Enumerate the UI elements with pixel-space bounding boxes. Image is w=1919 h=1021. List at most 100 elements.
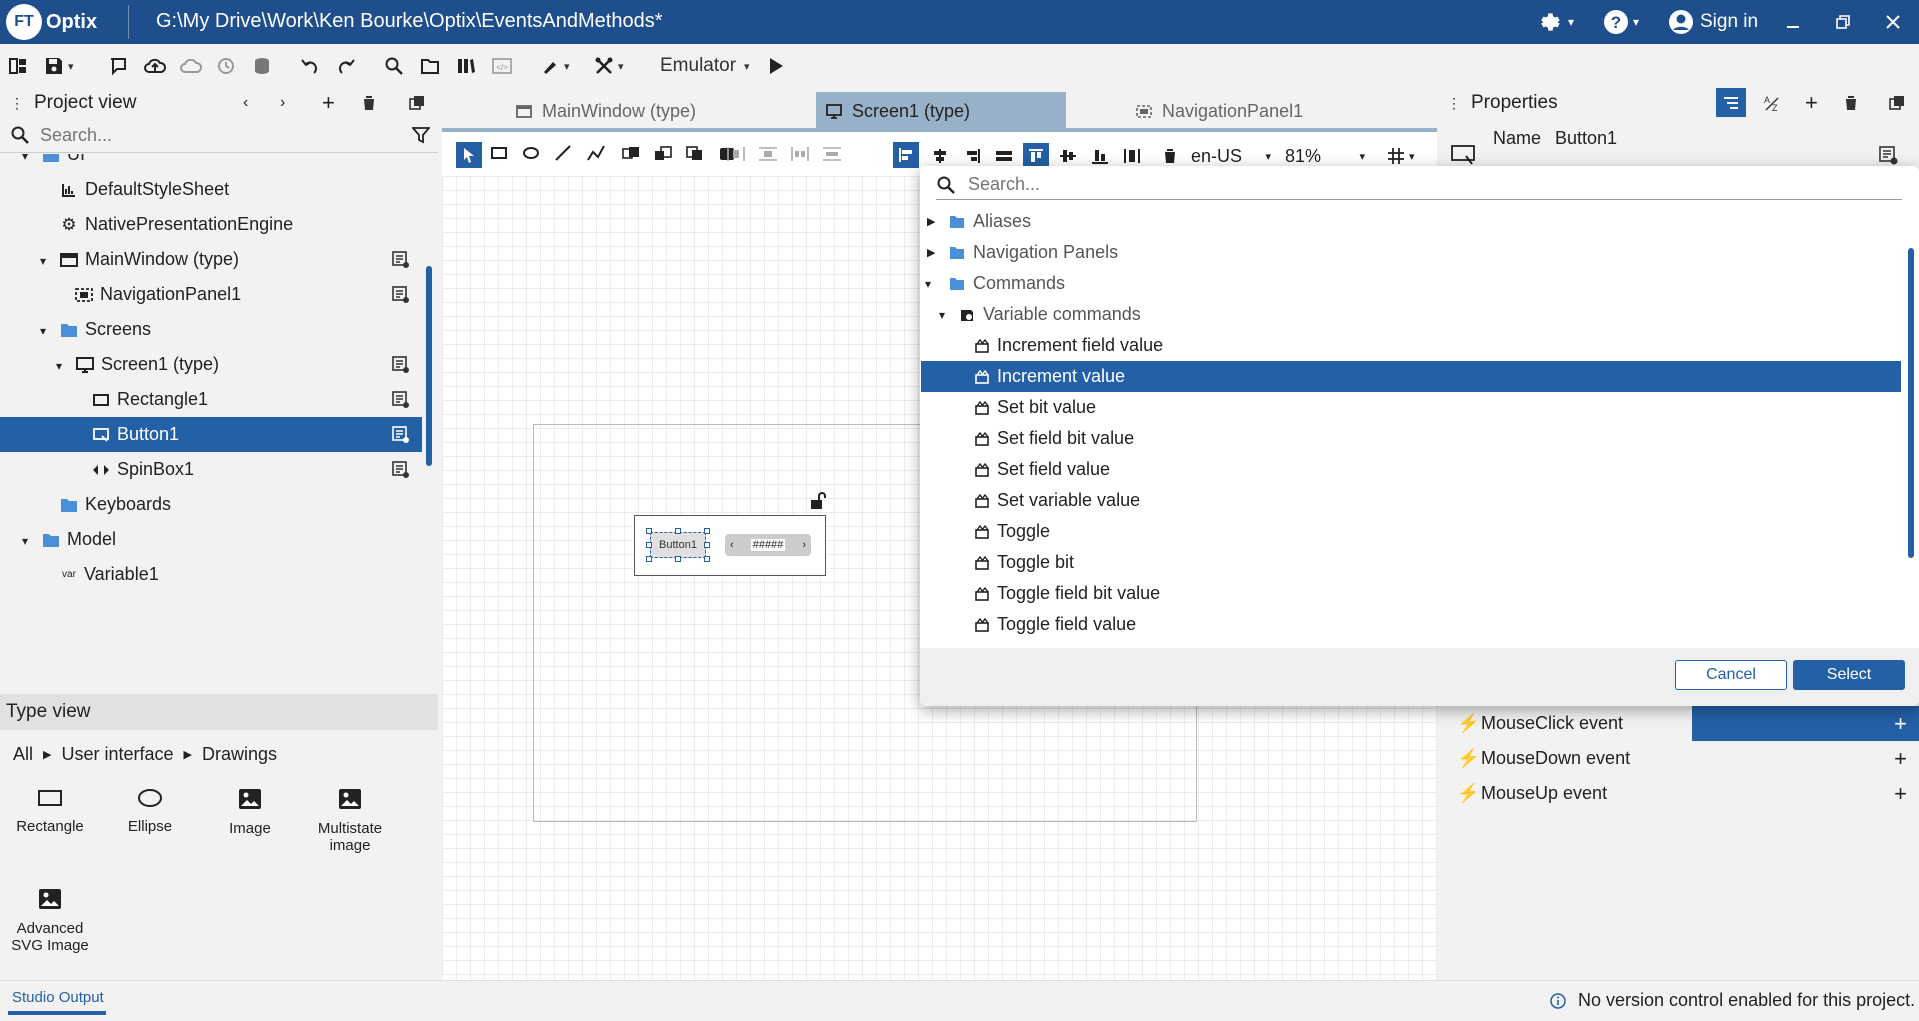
dialog-item-navigation-panels[interactable]: ▶ Navigation Panels: [921, 237, 1901, 268]
restore-button[interactable]: [1836, 8, 1850, 36]
layout-button[interactable]: [8, 52, 28, 80]
help-menu[interactable]: ? ▾: [1603, 8, 1639, 36]
properties-icon[interactable]: [392, 390, 410, 409]
sign-in-button[interactable]: Sign in: [1668, 8, 1758, 36]
dialog-item-aliases[interactable]: ▶ Aliases: [921, 206, 1901, 237]
dialog-item-method[interactable]: Toggle field value: [921, 609, 1901, 640]
copy-icon[interactable]: [409, 95, 425, 111]
selection-handle[interactable]: [704, 542, 710, 548]
properties-icon[interactable]: [1879, 146, 1899, 166]
tree-item-spinbox1[interactable]: SpinBox1: [0, 452, 422, 487]
tools-menu[interactable]: ▾: [594, 52, 624, 80]
dialog-item-method-selected[interactable]: Increment value: [921, 361, 1901, 392]
nav-forward-icon[interactable]: ›: [280, 94, 285, 112]
dialog-item-method[interactable]: Increment field value: [921, 330, 1901, 361]
lock-open-icon[interactable]: [810, 492, 826, 510]
add-icon[interactable]: +: [1805, 90, 1818, 116]
breadcrumb-all[interactable]: All: [13, 744, 33, 765]
selection-handle[interactable]: [675, 528, 681, 534]
dialog-item-method[interactable]: Toggle bit: [921, 547, 1901, 578]
sort-az-icon[interactable]: AZ: [1763, 94, 1781, 112]
database-button[interactable]: [252, 52, 272, 80]
align-center-icon[interactable]: [931, 148, 949, 164]
dialog-item-method[interactable]: Set variable value: [921, 485, 1901, 516]
dialog-item-method[interactable]: Toggle: [921, 516, 1901, 547]
expanded-arrow-icon[interactable]: ▾: [925, 277, 943, 291]
send-backward-icon[interactable]: [654, 146, 674, 162]
tree-item-defaultstylesheet[interactable]: DefaultStyleSheet: [0, 172, 422, 207]
dialog-search-input[interactable]: [968, 174, 1868, 195]
tree-item-ui[interactable]: ▾ UI: [0, 154, 422, 172]
spinbox1-canvas[interactable]: ‹ ##### ›: [725, 534, 811, 556]
dialog-item-variable-commands[interactable]: ▾ Variable commands: [921, 299, 1901, 330]
align-justify-icon[interactable]: [995, 148, 1013, 164]
minimize-button[interactable]: [1786, 8, 1800, 36]
tree-item-variable1[interactable]: var Variable1: [0, 557, 422, 592]
history-button[interactable]: [216, 52, 236, 80]
dialog-item-method[interactable]: Set field bit value: [921, 423, 1901, 454]
selection-handle[interactable]: [646, 542, 652, 548]
button1-canvas[interactable]: Button1: [650, 532, 706, 558]
distribute-horizontal-icon[interactable]: [726, 146, 746, 162]
properties-icon[interactable]: [392, 250, 410, 269]
properties-icon[interactable]: [392, 285, 410, 304]
tab-screen1[interactable]: Screen1 (type): [816, 92, 1066, 130]
event-add-button[interactable]: +: [1692, 706, 1919, 741]
line-tool[interactable]: [554, 144, 572, 162]
dialog-item-method[interactable]: Set bit value: [921, 392, 1901, 423]
expanded-arrow-icon[interactable]: ▾: [22, 154, 34, 163]
trash-icon[interactable]: [362, 95, 376, 111]
properties-icon[interactable]: [392, 355, 410, 374]
expanded-arrow-icon[interactable]: ▾: [56, 359, 68, 373]
properties-icon[interactable]: [392, 460, 410, 479]
theme-menu[interactable]: ▾: [540, 52, 570, 80]
selection-handle[interactable]: [704, 528, 710, 534]
redo-button[interactable]: [336, 52, 356, 80]
settings-menu[interactable]: ▾: [1538, 8, 1574, 36]
align-right-icon[interactable]: [963, 148, 981, 164]
bring-forward-icon[interactable]: [622, 146, 642, 162]
distribute-height-icon[interactable]: [822, 146, 842, 162]
copy-icon[interactable]: [1889, 95, 1905, 111]
tree-item-button1[interactable]: Button1: [0, 417, 422, 452]
library-button[interactable]: [456, 52, 476, 80]
deploy-button[interactable]: [108, 52, 128, 80]
tab-navigationpanel1[interactable]: NavigationPanel1: [1126, 92, 1376, 130]
align-middle-icon[interactable]: [1059, 148, 1077, 164]
bring-to-front-icon[interactable]: [686, 146, 706, 162]
breadcrumb-user-interface[interactable]: User interface: [61, 744, 173, 765]
selection-handle[interactable]: [704, 556, 710, 562]
event-mousedown[interactable]: ⚡ MouseDown event +: [1457, 741, 1919, 776]
cancel-button[interactable]: Cancel: [1675, 660, 1787, 690]
find-button[interactable]: [384, 52, 404, 80]
add-icon[interactable]: +: [1894, 746, 1907, 772]
expanded-arrow-icon[interactable]: ▾: [22, 534, 34, 548]
locale-select[interactable]: en-US ▾: [1191, 146, 1271, 167]
list-view-button[interactable]: [1716, 88, 1746, 117]
delete-icon[interactable]: [1163, 148, 1177, 164]
dialog-item-commands[interactable]: ▾ Commands: [921, 268, 1901, 299]
expanded-arrow-icon[interactable]: ▾: [40, 324, 52, 338]
close-button[interactable]: [1886, 8, 1900, 36]
undo-button[interactable]: [300, 52, 320, 80]
type-item-multistate-image[interactable]: Multistate image: [300, 788, 400, 868]
grid-menu[interactable]: ▾: [1387, 147, 1415, 165]
select-tool[interactable]: [456, 142, 482, 168]
expanded-arrow-icon[interactable]: ▾: [40, 254, 52, 268]
breadcrumb-drawings[interactable]: Drawings: [202, 744, 277, 765]
rectangle-tool[interactable]: [490, 146, 508, 160]
collapsed-arrow-icon[interactable]: ▶: [927, 215, 943, 228]
project-search-input[interactable]: [40, 124, 400, 146]
add-icon[interactable]: +: [1894, 781, 1907, 807]
properties-icon[interactable]: [392, 425, 410, 444]
tree-scrollbar[interactable]: [426, 266, 432, 466]
expanded-arrow-icon[interactable]: ▾: [939, 308, 957, 322]
tree-item-screens[interactable]: ▾ Screens: [0, 312, 422, 347]
polyline-tool[interactable]: [586, 144, 606, 162]
studio-output-tab[interactable]: Studio Output: [12, 989, 104, 1006]
upload-button[interactable]: [144, 52, 166, 80]
nav-back-icon[interactable]: ‹: [243, 94, 248, 112]
code-button[interactable]: </>: [492, 52, 512, 80]
distribute-spacing-icon[interactable]: [790, 146, 810, 162]
collapsed-arrow-icon[interactable]: ▶: [927, 246, 943, 259]
